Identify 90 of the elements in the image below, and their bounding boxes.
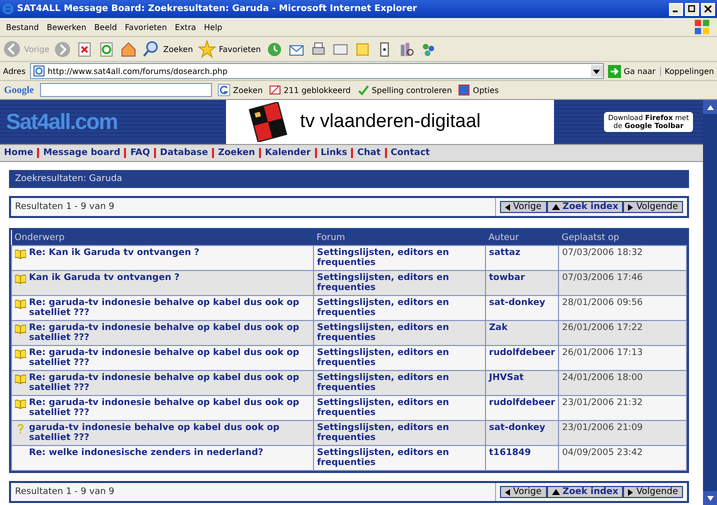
post-date: 04/09/2005 23:42	[562, 448, 643, 458]
nav-link[interactable]: Kalender	[265, 148, 311, 158]
book-icon	[15, 299, 26, 309]
book-icon	[15, 274, 26, 284]
post-date: 23/01/2006 21:09	[562, 423, 643, 433]
browser-icon	[2, 3, 14, 15]
print-icon[interactable]	[310, 40, 327, 58]
page-title: Zoekresultaten: Garuda	[9, 170, 689, 188]
post-date: 26/01/2006 17:22	[562, 323, 643, 333]
history-icon[interactable]	[266, 40, 283, 58]
maximize-button[interactable]	[685, 2, 699, 16]
left-triangle-icon	[505, 488, 510, 496]
post-date: 28/01/2006 09:56	[562, 298, 643, 308]
book-icon	[15, 349, 26, 359]
menu-item[interactable]: Extra	[170, 22, 200, 32]
nav-link[interactable]: Home	[4, 148, 34, 158]
column-header: Auteur	[486, 230, 559, 246]
star-icon	[198, 40, 216, 58]
book-icon	[15, 249, 26, 259]
nav-link[interactable]: Links	[320, 148, 348, 158]
window-title: SAT4ALL Message Board: Zoekresultaten: Garuda - Microsoft Internet Explorer	[17, 4, 417, 14]
arrow-icon	[608, 64, 621, 78]
results-count: Resultaten 1 - 9 van 9	[15, 202, 114, 212]
google-search-field[interactable]	[40, 83, 212, 97]
stop-icon[interactable]	[76, 40, 94, 58]
nav-link[interactable]: Message board	[43, 148, 120, 158]
close-icon	[704, 5, 712, 13]
dropdown-button[interactable]	[590, 65, 603, 77]
nav-link[interactable]: Zoeken	[218, 148, 256, 158]
next-button[interactable]: Volgende	[623, 486, 683, 498]
question-icon	[15, 424, 26, 434]
ad-banner[interactable]: tv vlaanderen-digitaal	[226, 100, 554, 144]
menu-item[interactable]: Help	[200, 22, 226, 32]
search-index-button[interactable]: Zoek index	[546, 486, 624, 498]
up-triangle-icon	[552, 204, 560, 210]
maximize-icon	[688, 5, 696, 13]
google-logo-button[interactable]: Google	[4, 84, 34, 96]
minimize-button[interactable]	[669, 2, 683, 16]
previous-button[interactable]: Vorige	[500, 486, 547, 498]
links-button[interactable]: Koppelingen	[660, 66, 714, 76]
g-icon	[218, 84, 230, 96]
menu-item[interactable]: Beeld	[90, 22, 121, 32]
column-header: Forum	[314, 230, 486, 246]
results-count: Resultaten 1 - 9 van 9	[15, 487, 114, 497]
nav-link[interactable]: FAQ	[130, 148, 150, 158]
page-icon	[32, 65, 45, 77]
previous-button[interactable]: Vorige	[500, 201, 547, 213]
menu-item[interactable]: Favorieten	[120, 22, 171, 32]
popup-blocker-button[interactable]: 211 geblokkeerd	[268, 84, 351, 96]
book-icon	[15, 374, 26, 384]
close-button[interactable]	[701, 2, 715, 16]
home-icon[interactable]	[120, 40, 138, 58]
column-header: Geplaatst op	[558, 230, 686, 246]
refresh-icon[interactable]	[98, 40, 116, 58]
nav-link[interactable]: Database	[160, 148, 208, 158]
search-button[interactable]: Zoeken	[142, 40, 193, 58]
post-date: 24/01/2006 18:00	[562, 373, 643, 383]
address-field[interactable]: http://www.sat4all.com/forums/dosearch.php	[30, 63, 604, 79]
favorites-button[interactable]: Favorieten	[198, 40, 261, 58]
up-triangle-icon	[552, 489, 560, 495]
book-icon	[15, 399, 26, 409]
checkmark-icon	[356, 84, 369, 96]
next-button[interactable]: Volgende	[623, 201, 683, 213]
options-icon	[458, 84, 470, 96]
right-triangle-icon	[628, 488, 634, 496]
options-button[interactable]: Opties	[458, 84, 499, 96]
spellcheck-button[interactable]: Spelling controleren	[356, 84, 452, 96]
blocked-window-icon	[268, 84, 281, 96]
menu-item[interactable]: Bestand	[2, 22, 43, 32]
post-date: 07/03/2006 18:32	[562, 248, 643, 258]
column-header: Onderwerp	[12, 230, 314, 246]
post-date: 23/01/2006 21:32	[562, 398, 643, 408]
post-date: 26/01/2006 17:13	[562, 348, 643, 358]
address-label: Adres	[3, 66, 26, 76]
scroll-down-icon[interactable]	[706, 496, 714, 500]
post-date: 07/03/2006 17:46	[562, 273, 643, 283]
google-search-button[interactable]: Zoeken	[218, 84, 263, 96]
scroll-up-icon[interactable]	[706, 104, 714, 110]
windows-logo-icon	[693, 18, 711, 36]
nav-link[interactable]: Contact	[390, 148, 430, 158]
book-icon	[15, 324, 26, 334]
caret-icon	[593, 68, 600, 74]
go-button[interactable]: Ga naar	[608, 64, 656, 78]
nav-link[interactable]: Chat	[357, 148, 381, 158]
menu-item[interactable]: Bewerken	[42, 22, 90, 32]
search-icon	[142, 40, 160, 58]
right-triangle-icon	[628, 204, 634, 210]
left-triangle-icon	[505, 204, 510, 210]
topic-link[interactable]: Kan ik Garuda tv ontvangen ?	[29, 273, 180, 283]
search-index-button[interactable]: Zoek index	[546, 201, 624, 213]
